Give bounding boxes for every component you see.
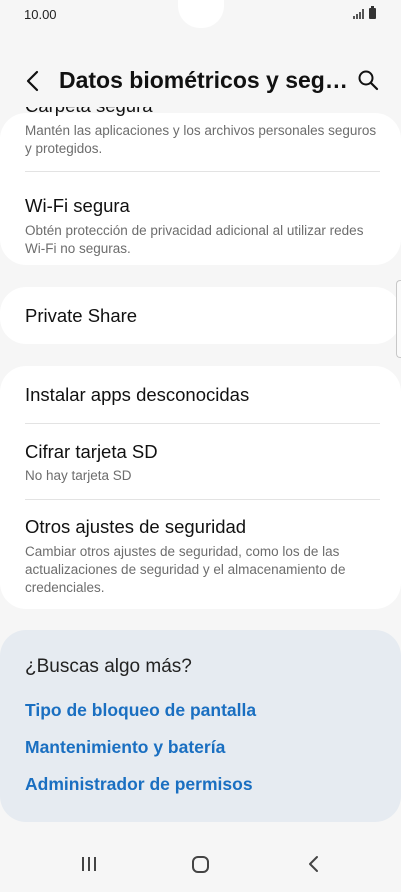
maintenance-battery-link[interactable]: Mantenimiento y batería <box>25 737 225 758</box>
instalar-apps-row[interactable]: Instalar apps desconocidas <box>0 366 401 423</box>
camera-notch <box>178 0 224 28</box>
security-card-1: Carpeta segura Mantén las aplicaciones y… <box>0 107 401 265</box>
private-share-row[interactable]: Private Share <box>0 287 401 344</box>
otros-ajustes-title: Otros ajustes de seguridad <box>25 516 247 537</box>
suggestions-card: ¿Buscas algo más? Tipo de bloqueo de pan… <box>0 630 401 822</box>
scroll-indicator[interactable] <box>396 280 401 358</box>
otros-ajustes-subtitle: Cambiar otros ajustes de seguridad, como… <box>25 544 346 595</box>
battery-icon <box>369 6 376 19</box>
signal-icon <box>353 9 364 19</box>
search-icon[interactable] <box>357 69 379 91</box>
page-title: Datos biométricos y segu… <box>59 67 351 93</box>
carpeta-segura-title: Carpeta segura <box>25 107 153 117</box>
home-icon[interactable] <box>192 856 209 873</box>
wifi-segura-subtitle: Obtén protección de privacidad adicional… <box>25 223 364 256</box>
carpeta-segura-subtitle: Mantén las aplicaciones y los archivos p… <box>25 123 377 156</box>
wifi-segura-title: Wi-Fi segura <box>25 195 130 216</box>
instalar-apps-title: Instalar apps desconocidas <box>25 384 250 405</box>
back-arrow-icon[interactable] <box>22 69 44 93</box>
cifrar-sd-title: Cifrar tarjeta SD <box>25 441 158 462</box>
private-share-card: Private Share <box>0 287 401 344</box>
private-share-title: Private Share <box>25 305 138 326</box>
recents-icon[interactable] <box>80 856 98 872</box>
screen-lock-type-link[interactable]: Tipo de bloqueo de pantalla <box>25 700 256 721</box>
security-card-3: Instalar apps desconocidas Cifrar tarjet… <box>0 366 401 609</box>
cifrar-sd-row[interactable]: Cifrar tarjeta SD No hay tarjeta SD <box>0 424 401 499</box>
navigation-bar <box>0 832 401 892</box>
app-header: Datos biométricos y segu… <box>0 55 401 107</box>
permission-manager-link[interactable]: Administrador de permisos <box>25 774 253 795</box>
carpeta-segura-row[interactable]: Carpeta segura Mantén las aplicaciones y… <box>0 107 401 171</box>
nav-back-icon[interactable] <box>306 855 320 873</box>
status-time: 10.00 <box>24 7 57 22</box>
cifrar-sd-subtitle: No hay tarjeta SD <box>25 468 132 483</box>
status-bar: 10.00 <box>0 0 401 32</box>
suggestions-title: ¿Buscas algo más? <box>25 656 192 677</box>
wifi-segura-row[interactable]: Wi-Fi segura Obtén protección de privaci… <box>0 172 401 265</box>
otros-ajustes-row[interactable]: Otros ajustes de seguridad Cambiar otros… <box>0 500 401 609</box>
